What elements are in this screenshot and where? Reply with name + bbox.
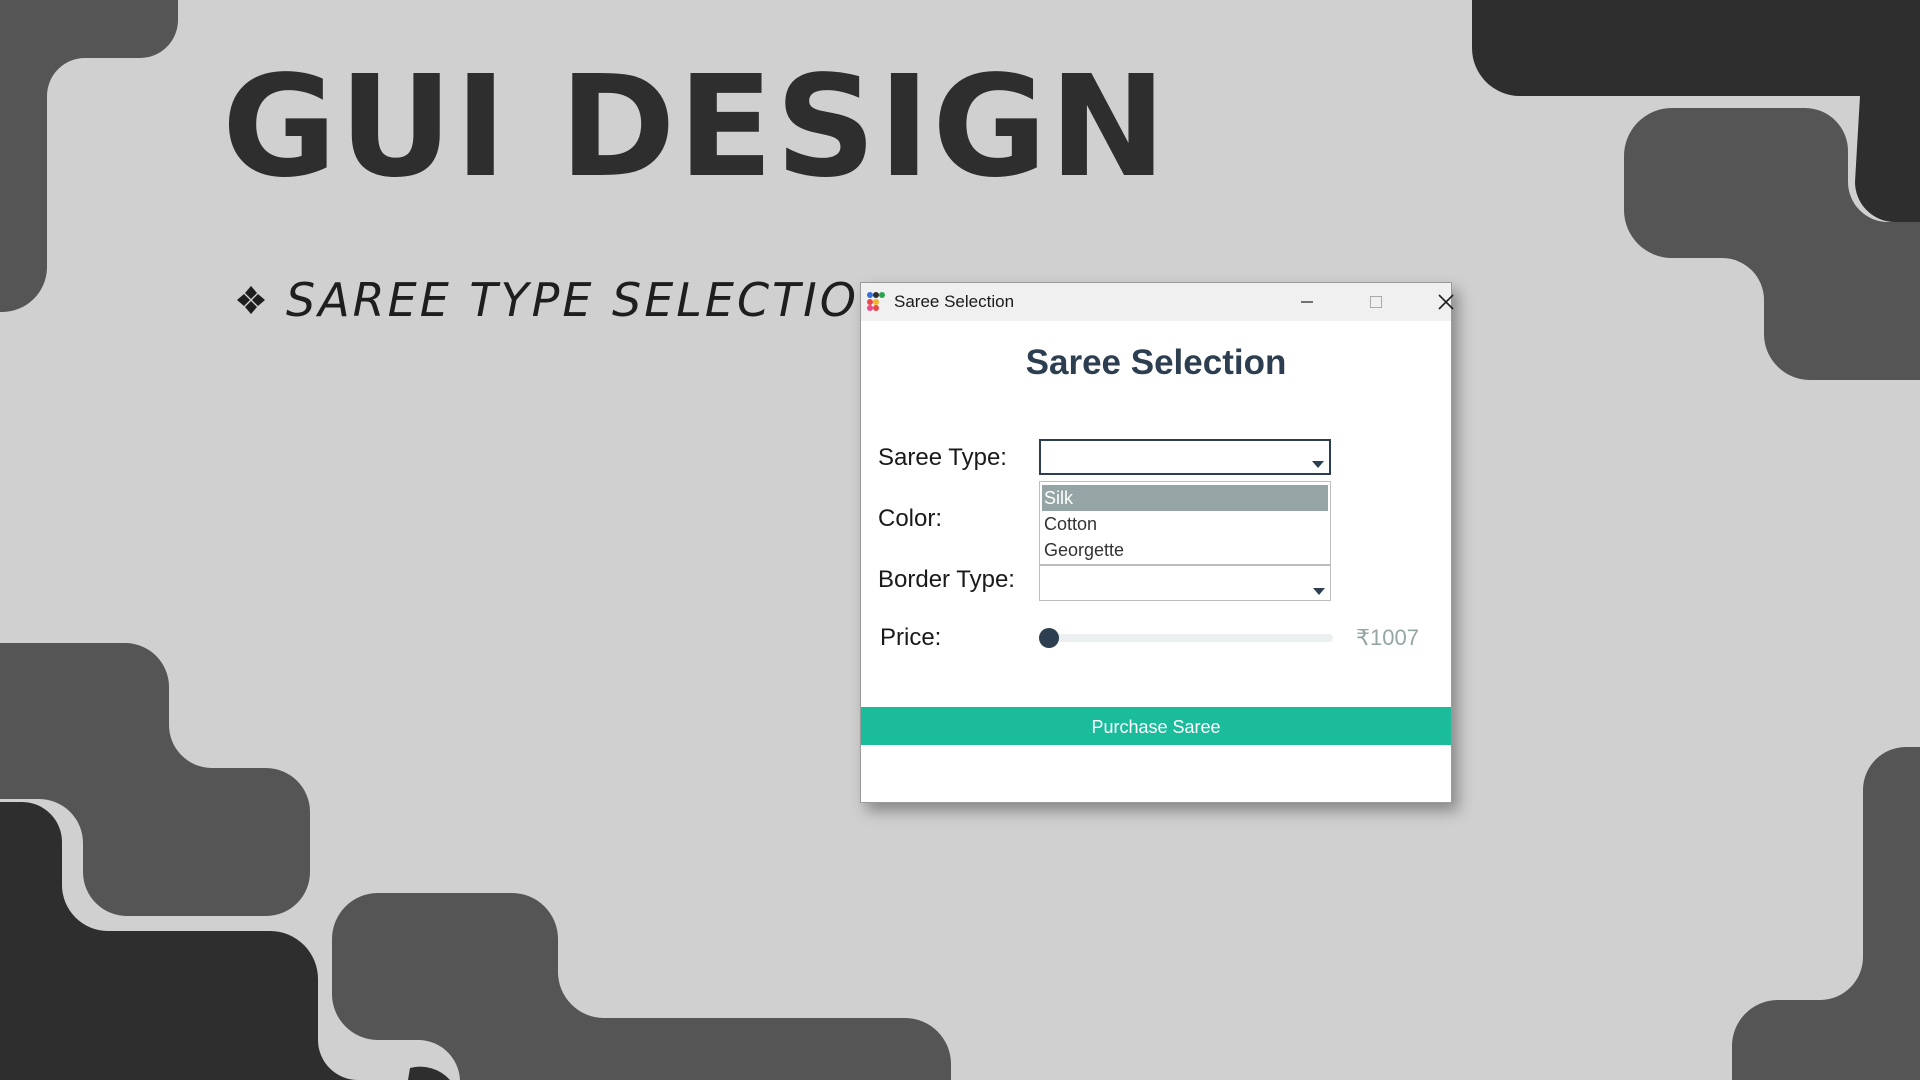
form-heading: Saree Selection [1025,343,1287,382]
maximize-icon [1370,296,1382,308]
deco-shape-top-left [0,0,178,312]
price-value: ₹1007 [1356,625,1419,650]
price-label: Price: [880,624,942,651]
close-button[interactable] [1418,283,1474,321]
list-item[interactable]: Silk [1042,485,1328,511]
four-diamond-bullet-icon [237,286,265,314]
border-type-label: Border Type: [878,566,1015,593]
close-icon [1438,294,1454,310]
list-item[interactable]: Georgette [1042,537,1328,563]
deco-shape-bottom-right [1732,747,1920,1080]
deco-shape-top-right-dark [1472,0,1920,96]
bullet-text: SAREE TYPE SELECTION [286,273,897,327]
purchase-saree-button[interactable]: Purchase Saree [861,707,1451,745]
price-slider-thumb[interactable] [1039,628,1059,648]
saree-type-dropdown[interactable] [1039,439,1331,475]
deco-shape-top-right-dark-2 [1855,96,1920,222]
window-title: Saree Selection [894,292,1015,311]
colored-dots-app-icon [867,292,885,311]
saree-selection-window: Saree Selection Saree Selection Saree Ty… [860,282,1454,803]
maximize-button[interactable] [1348,283,1404,321]
chevron-down-icon [1313,588,1325,595]
border-type-dropdown[interactable] [1039,565,1331,601]
chevron-down-icon [1312,461,1324,468]
minimize-button[interactable] [1279,283,1335,321]
minimize-icon [1301,301,1313,303]
list-item[interactable]: Cotton [1042,511,1328,537]
saree-type-label: Saree Type: [878,444,1007,471]
window-titlebar[interactable]: Saree Selection [861,283,1454,321]
color-label: Color: [878,505,943,532]
bullet-item: SAREE TYPE SELECTION [236,270,896,330]
price-slider[interactable] [1039,634,1333,642]
deco-shape-bottom-left-dark-2 [408,1066,450,1080]
saree-type-options-list[interactable]: Silk Cotton Georgette [1039,481,1331,565]
slide-title: GUI DESIGN [222,46,1169,209]
deco-shape-bottom-center-mid [332,893,951,1080]
